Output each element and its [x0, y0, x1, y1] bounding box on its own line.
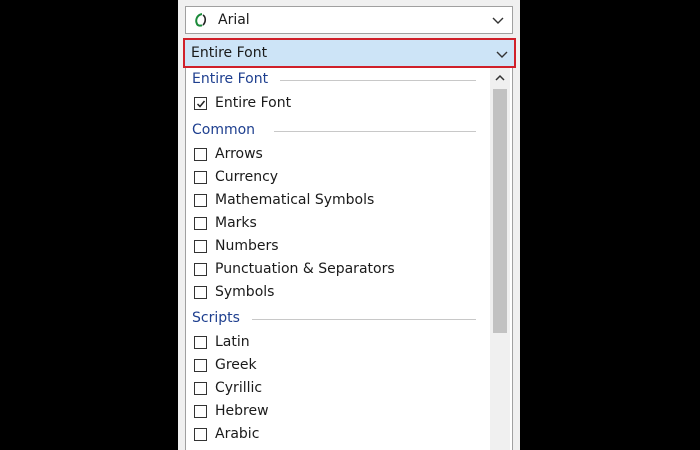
checkmark-icon	[196, 100, 206, 108]
list-item-arrows[interactable]: Arrows	[194, 144, 263, 164]
list-item-entire-font[interactable]: Entire Font	[194, 93, 291, 113]
vertical-scrollbar[interactable]	[490, 68, 510, 450]
list-item-hebrew[interactable]: Hebrew	[194, 401, 269, 421]
scrollbar-thumb[interactable]	[493, 89, 507, 333]
checkbox-checked[interactable]	[194, 96, 207, 110]
list-item-punctuation-separators[interactable]: Punctuation & Separators	[194, 259, 395, 279]
checkbox[interactable]	[194, 239, 207, 253]
chevron-down-icon[interactable]	[492, 13, 504, 27]
subset-dropdown-list: Entire Font Entire Font Common Arrows Cu…	[185, 68, 513, 450]
list-item-latin[interactable]: Latin	[194, 332, 250, 352]
checkbox[interactable]	[194, 170, 207, 184]
checkbox[interactable]	[194, 193, 207, 207]
checkbox[interactable]	[194, 147, 207, 161]
subset-dropdown[interactable]: Entire Font	[183, 38, 516, 68]
list-item-greek[interactable]: Greek	[194, 355, 257, 375]
group-divider	[252, 319, 476, 320]
group-header-scripts: Scripts	[192, 310, 240, 326]
checkbox[interactable]	[194, 262, 207, 276]
chevron-up-icon[interactable]	[490, 68, 510, 88]
list-item-currency[interactable]: Currency	[194, 167, 278, 187]
subset-dropdown-value: Entire Font	[191, 45, 268, 61]
checkbox[interactable]	[194, 404, 207, 418]
checkbox[interactable]	[194, 335, 207, 349]
group-header-entire-font: Entire Font	[192, 71, 269, 87]
list-item-mathematical-symbols[interactable]: Mathematical Symbols	[194, 190, 374, 210]
list-item-numbers[interactable]: Numbers	[194, 236, 279, 256]
group-divider	[274, 131, 476, 132]
list-item-symbols[interactable]: Symbols	[194, 282, 274, 302]
list-item-cyrillic[interactable]: Cyrillic	[194, 378, 262, 398]
checkbox[interactable]	[194, 358, 207, 372]
list-item-arabic[interactable]: Arabic	[194, 424, 259, 444]
checkbox[interactable]	[194, 285, 207, 299]
font-dropdown-value: Arial	[218, 12, 250, 28]
checkbox[interactable]	[194, 216, 207, 230]
checkbox[interactable]	[194, 381, 207, 395]
font-dropdown[interactable]: Arial	[185, 6, 513, 34]
group-header-common: Common	[192, 122, 256, 138]
list-item-marks[interactable]: Marks	[194, 213, 257, 233]
chevron-down-icon[interactable]	[496, 47, 508, 61]
group-divider	[280, 80, 476, 81]
opentype-font-icon	[195, 13, 207, 27]
checkbox[interactable]	[194, 427, 207, 441]
